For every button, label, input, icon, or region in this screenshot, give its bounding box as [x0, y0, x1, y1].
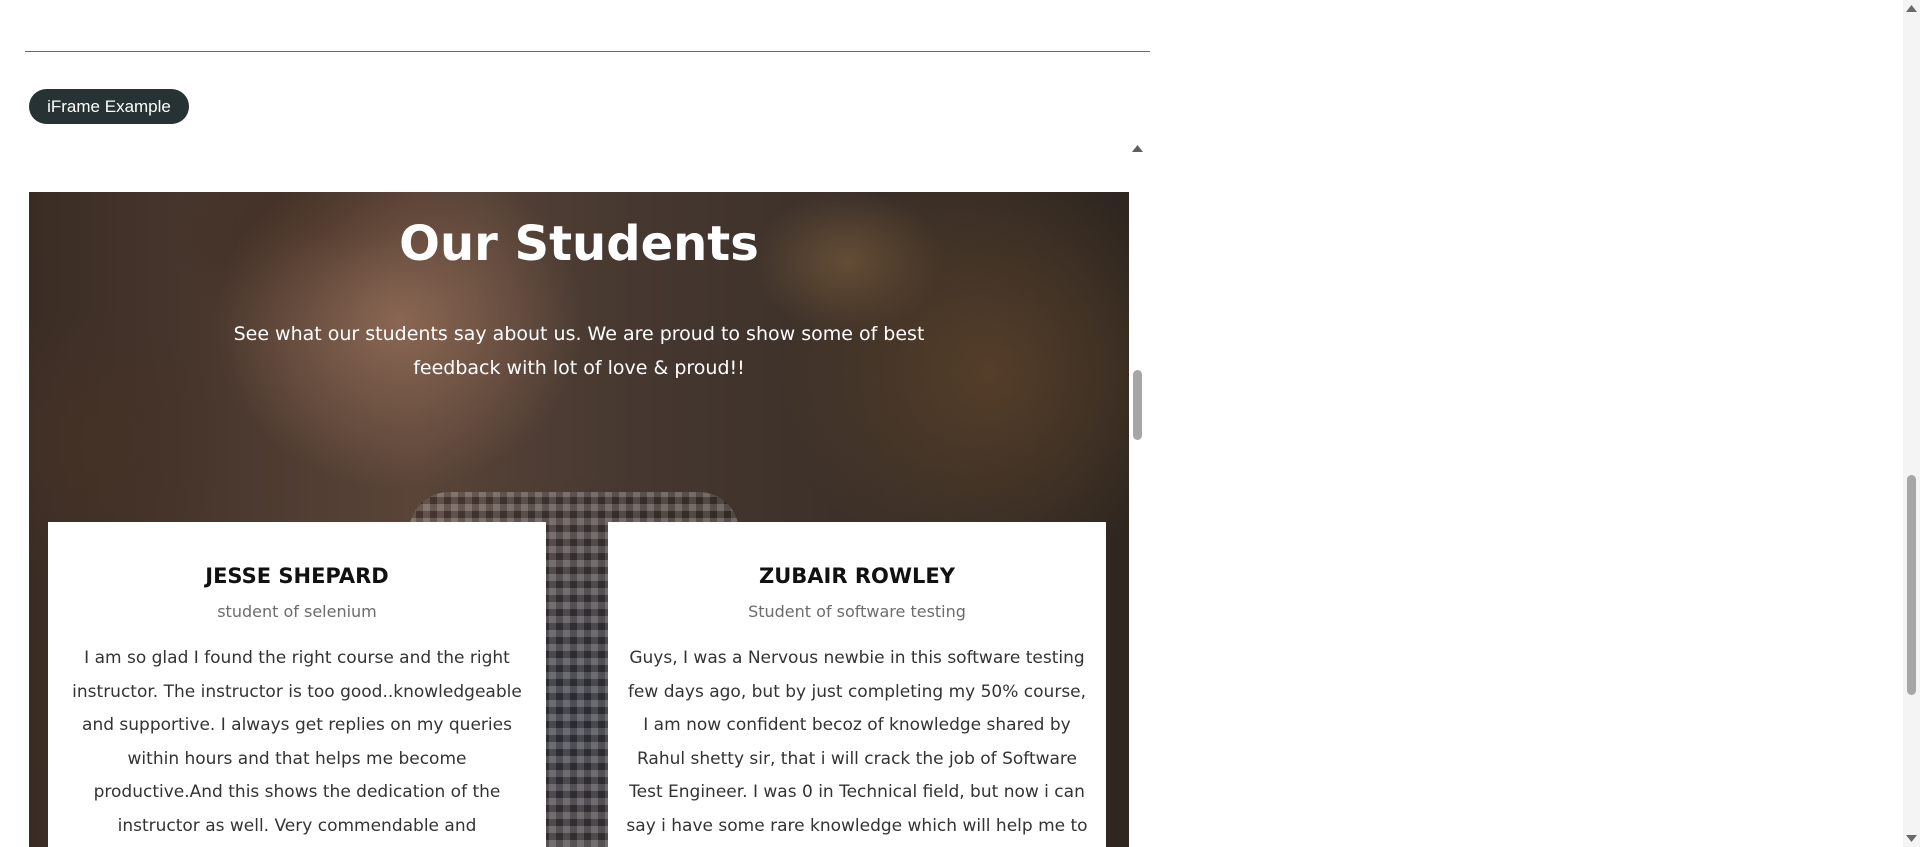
testimonial-card: ZUBAIR ROWLEY Student of software testin… [608, 522, 1106, 847]
hero-subtitle: See what our students say about us. We a… [233, 323, 925, 379]
triangle-down-icon [1906, 835, 1917, 842]
testimonial-quote: Guys, I was a Nervous newbie in this sof… [626, 648, 1088, 836]
page-scroll-up-arrow[interactable] [1903, 0, 1920, 17]
iframe-example-badge: iFrame Example [29, 89, 189, 124]
testimonial-quote: I am so glad I found the right course an… [72, 648, 522, 836]
section-divider [25, 51, 1150, 52]
triangle-up-icon [1132, 145, 1143, 152]
page-scrollbar-thumb[interactable] [1907, 475, 1916, 695]
iframe-scroll-up-arrow[interactable] [1129, 140, 1146, 157]
page-scroll-down-arrow[interactable] [1903, 830, 1920, 847]
testimonial-name: JESSE SHEPARD [205, 564, 389, 588]
testimonial-name: ZUBAIR ROWLEY [759, 564, 955, 588]
testimonial-card: JESSE SHEPARD student of selenium I am s… [48, 522, 546, 847]
page-scrollbar[interactable] [1903, 0, 1920, 847]
iframe-scrollbar-thumb[interactable] [1133, 370, 1142, 440]
students-hero: Our Students See what our students say a… [29, 192, 1129, 847]
triangle-up-icon [1906, 5, 1917, 12]
hero-title: Our Students [399, 216, 759, 272]
iframe-courses[interactable]: Our Students See what our students say a… [29, 140, 1149, 847]
